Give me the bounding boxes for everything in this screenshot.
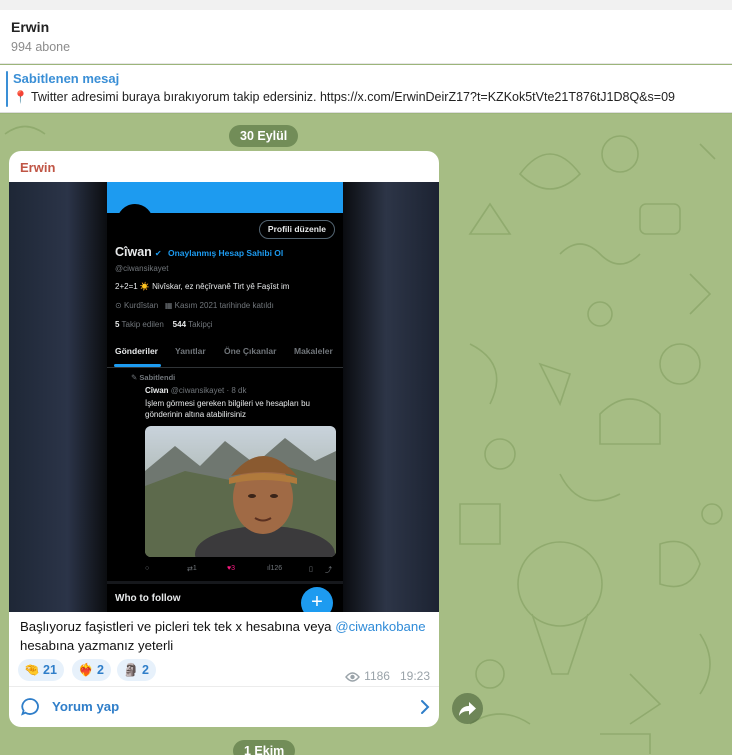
date-separator-30-eylul: 30 Eylül (229, 125, 299, 147)
profile-tabs: Gönderiler Yanıtlar Öne Çıkanlar Makalel… (107, 346, 343, 368)
tweet-author: Cîwan (145, 386, 169, 395)
window-top-strip (0, 0, 732, 10)
profile-display-name: Cîwan ✔ Onaylanmış Hesap Sahibi Ol (115, 245, 283, 259)
twitter-profile-screenshot: Profili düzenle Cîwan ✔ Onaylanmış Hesap … (107, 182, 343, 612)
subscriber-count: 994 abone (11, 40, 71, 54)
like-count: ♥ 3 (227, 565, 236, 572)
profile-bio: 2+2=1 ☀️ Nivîskar, ez nêçîrvanê Tirt yê … (115, 282, 290, 291)
reaction-count: 21 (43, 663, 57, 677)
post-image-twitter-screenshot[interactable]: Profili düzenle Cîwan ✔ Onaylanmış Hesap … (9, 182, 439, 612)
display-name-text: Cîwan (115, 245, 152, 259)
compose-fab: + (301, 587, 333, 612)
verify-cta-text: Onaylanmış Hesap Sahibi Ol (168, 248, 284, 258)
pinching-hand-emoji: 🤏 (24, 663, 40, 677)
moai-emoji: 🗿 (123, 663, 139, 677)
eye-icon (345, 672, 361, 682)
profile-joined: Kasım 2021 tarihinde katıldı (174, 301, 274, 310)
section-separator (107, 581, 343, 584)
reaction-pinching-hand[interactable]: 🤏 21 (18, 659, 64, 681)
channel-header[interactable]: Erwin 994 abone (0, 10, 732, 64)
bookmark-icon: ▯ (309, 566, 313, 573)
post-sender-name[interactable]: Erwin (20, 160, 55, 175)
retweet-count-value: 1 (192, 565, 197, 572)
comments-label: Yorum yap (52, 699, 120, 714)
post-text-part2: hesabına yazmanız yeterli (20, 638, 174, 653)
retweet-count: ⇄ 1 (187, 565, 197, 573)
tweet-meta: @ciwansikayet · 8 dk (170, 386, 247, 395)
profile-handle: @ciwansikayet (115, 264, 169, 273)
followers-label: Takipçi (188, 320, 213, 329)
profile-tab: Gönderiler (115, 346, 158, 356)
active-tab-underline (114, 364, 161, 367)
portrait-photo-illustration (145, 426, 336, 557)
reaction-count: 2 (97, 663, 104, 677)
who-to-follow-heading: Who to follow (115, 593, 181, 604)
following-label: Takip edilen (121, 320, 164, 329)
share-arrow-icon (459, 702, 476, 716)
view-count-value: 126 (270, 565, 283, 572)
reaction-moai[interactable]: 🗿 2 (117, 659, 156, 681)
profile-location-row: ⊙ Kurdîstan ▦ Kasım 2021 tarihinde katıl… (115, 301, 274, 310)
calendar-icon: ▦ (164, 301, 173, 310)
tweet-text: İşlem görmesi gereken bilgileri ve hesap… (145, 399, 310, 419)
date-separator-1-ekim: 1 Ekim (233, 740, 296, 755)
location-pin-icon: ⊙ (115, 301, 122, 310)
profile-avatar (117, 204, 153, 240)
verified-badge-icon: ✔ (154, 249, 162, 258)
mention-link[interactable]: @ciwankobane (335, 619, 425, 634)
reaction-count: 2 (142, 663, 149, 677)
chat-area[interactable]: 30 Eylül Erwin Profili düzenle Cîwan ✔ On… (0, 114, 732, 755)
share-icon-small: ⤴ (325, 567, 332, 574)
pin-icon: ✎ (131, 373, 138, 382)
post-meta: 1186 19:23 (345, 669, 430, 683)
heart-on-fire-emoji: ❤️‍🔥 (78, 663, 94, 677)
image-blurred-left-edge (9, 182, 107, 612)
round-pushpin-icon: 📍 (13, 90, 28, 104)
share-button[interactable] (452, 693, 483, 724)
view-count: 1186 (364, 669, 390, 683)
channel-title[interactable]: Erwin (11, 19, 49, 35)
pinned-label-text: Sabitlendi (139, 373, 176, 382)
profile-tab: Makaleler (294, 346, 333, 356)
profile-follow-counts: 5 Takip edilen 544 Takipçi (115, 320, 213, 329)
comment-bubble-icon (21, 698, 39, 716)
tweet-pinned-label: ✎ Sabitlendi (131, 373, 175, 382)
post-text-part1: Başlıyoruz faşistleri ve picleri tek tek… (20, 619, 336, 634)
post-text: Başlıyoruz faşistleri ve picleri tek tek… (20, 617, 435, 655)
view-count: ıl 126 (267, 565, 283, 572)
channel-post-bubble[interactable]: Erwin Profili düzenle Cîwan ✔ Onaylanmış … (9, 151, 439, 727)
comments-button[interactable]: Yorum yap (9, 686, 439, 727)
post-time: 19:23 (399, 669, 430, 683)
following-count: 5 (115, 320, 120, 329)
like-count-value: 3 (231, 565, 236, 572)
profile-tab: Öne Çıkanlar (224, 346, 277, 356)
pinned-title: Sabitlenen mesaj (13, 71, 120, 86)
profile-location: Kurdîstan (123, 301, 159, 310)
reply-icon: ○ (145, 565, 150, 572)
followers-count: 544 (172, 320, 187, 329)
pinned-text: Twitter adresimi buraya bırakıyorum taki… (30, 90, 675, 104)
edit-profile-button-image: Profili düzenle (258, 220, 335, 239)
image-blurred-right-edge (343, 182, 439, 612)
pinned-accent-bar (6, 71, 8, 107)
tweet-author-row: Cîwan @ciwansikayet · 8 dk (145, 386, 247, 395)
reaction-heart-on-fire[interactable]: ❤️‍🔥 2 (72, 659, 111, 681)
profile-tab: Yanıtlar (175, 346, 206, 356)
tweet-photo-portrait (145, 426, 336, 557)
chevron-right-icon (421, 700, 430, 714)
pinned-text-row[interactable]: 📍 Twitter adresimi buraya bırakıyorum tak… (13, 90, 675, 104)
pinned-message-bar[interactable]: Sabitlenen mesaj 📍 Twitter adresimi buray… (0, 65, 732, 113)
